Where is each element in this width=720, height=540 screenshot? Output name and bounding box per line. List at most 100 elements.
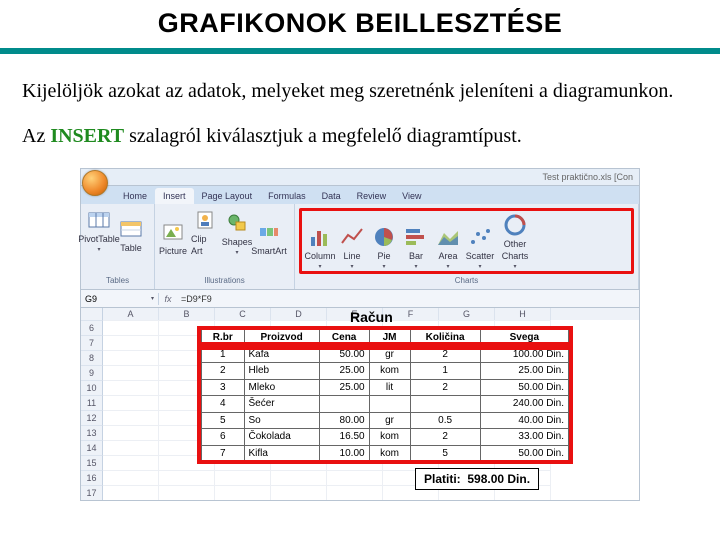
red-highlight-data	[197, 346, 573, 464]
cell[interactable]	[103, 320, 159, 335]
line-chart-button[interactable]: Line▾	[338, 225, 366, 271]
footer-value: 598.00 Din.	[467, 472, 530, 486]
row-header[interactable]: 8	[81, 350, 103, 365]
cell[interactable]	[215, 470, 271, 485]
group-charts-label: Charts	[299, 276, 634, 287]
cell[interactable]	[103, 485, 159, 500]
shapes-button[interactable]: Shapes▾	[223, 211, 251, 257]
line-label: Line	[343, 250, 360, 262]
group-illustrations-label: Illustrations	[159, 276, 290, 287]
other-charts-button[interactable]: Other Charts▾	[498, 213, 532, 271]
col-header[interactable]: B	[159, 308, 215, 320]
row-header[interactable]: 14	[81, 440, 103, 455]
formula-input[interactable]: =D9*F9	[177, 293, 639, 305]
picture-label: Picture	[159, 245, 187, 257]
smartart-label: SmartArt	[251, 245, 287, 257]
clipart-button[interactable]: Clip Art	[191, 208, 219, 257]
shapes-label: Shapes	[222, 236, 253, 248]
tab-view[interactable]: View	[394, 188, 429, 204]
col-header[interactable]: C	[215, 308, 271, 320]
footer-label: Platiti:	[424, 472, 461, 486]
scatter-label: Scatter	[466, 250, 495, 262]
fx-icon[interactable]: fx	[159, 293, 177, 305]
column-label: Column	[305, 250, 336, 262]
racun-title: Račun	[350, 308, 393, 327]
row-header[interactable]: 17	[81, 485, 103, 500]
ribbon: PivotTable▾ Table Tables	[80, 204, 640, 290]
cell[interactable]	[103, 410, 159, 425]
cell[interactable]	[159, 485, 215, 500]
row-header[interactable]: 12	[81, 410, 103, 425]
clipart-label: Clip Art	[191, 233, 219, 257]
page-title: GRAFIKONOK BEILLESZTÉSE	[0, 8, 720, 39]
table-button[interactable]: Table	[117, 217, 145, 254]
slide: GRAFIKONOK BEILLESZTÉSE Kijelöljök azoka…	[0, 0, 720, 540]
window-title: Test praktično.xls [Con	[542, 171, 633, 183]
name-box-value: G9	[85, 293, 97, 305]
excel-screenshot: Test praktično.xls [Con Home Insert Page…	[80, 168, 640, 501]
cell[interactable]	[103, 440, 159, 455]
area-chart-button[interactable]: Area▾	[434, 225, 462, 271]
col-header[interactable]: H	[495, 308, 551, 320]
tab-page-layout[interactable]: Page Layout	[194, 188, 261, 204]
office-button[interactable]	[82, 170, 108, 196]
col-header[interactable]: G	[439, 308, 495, 320]
row-header[interactable]: 13	[81, 425, 103, 440]
row-header[interactable]: 9	[81, 365, 103, 380]
col-header[interactable]: A	[103, 308, 159, 320]
tab-review[interactable]: Review	[349, 188, 395, 204]
smartart-button[interactable]: SmartArt	[255, 220, 283, 257]
row-header[interactable]: 11	[81, 395, 103, 410]
col-header[interactable]: D	[271, 308, 327, 320]
group-illustrations: Picture Clip Art Shapes▾	[155, 204, 295, 289]
paragraph-2: Az INSERT szalagról kiválasztjuk a megfe…	[22, 123, 698, 150]
cell[interactable]	[103, 335, 159, 350]
other-charts-label: Other Charts	[498, 238, 532, 262]
tab-formulas[interactable]: Formulas	[260, 188, 314, 204]
table-label: Table	[120, 242, 142, 254]
row-header[interactable]: 15	[81, 455, 103, 470]
area-label: Area	[438, 250, 457, 262]
scatter-chart-button[interactable]: Scatter▾	[466, 225, 494, 271]
tab-insert[interactable]: Insert	[155, 188, 194, 204]
cell[interactable]	[103, 350, 159, 365]
pie-label: Pie	[377, 250, 390, 262]
column-chart-button[interactable]: Column▾	[306, 225, 334, 271]
paragraph-2-post: szalagról kiválasztjuk a megfelelő diagr…	[124, 125, 522, 147]
name-box[interactable]: G9▾	[81, 293, 159, 305]
cell[interactable]	[103, 380, 159, 395]
red-highlight-header	[197, 326, 573, 346]
sheet-row: 16	[81, 470, 639, 485]
cell[interactable]	[271, 470, 327, 485]
cell[interactable]	[103, 425, 159, 440]
insert-keyword: INSERT	[50, 125, 124, 147]
title-underline	[0, 48, 720, 54]
row-header[interactable]: 6	[81, 320, 103, 335]
group-tables-label: Tables	[85, 276, 150, 287]
paragraph-1: Kijelöljök azokat az adatok, melyeket me…	[22, 78, 698, 105]
bar-chart-button[interactable]: Bar▾	[402, 225, 430, 271]
cell[interactable]	[271, 485, 327, 500]
cell[interactable]	[103, 365, 159, 380]
cell[interactable]	[103, 470, 159, 485]
racun-footer: Platiti: 598.00 Din.	[415, 468, 539, 490]
tab-data[interactable]: Data	[314, 188, 349, 204]
title-bar: GRAFIKONOK BEILLESZTÉSE	[0, 0, 720, 60]
cell[interactable]	[327, 485, 383, 500]
row-header[interactable]: 7	[81, 335, 103, 350]
group-tables: PivotTable▾ Table Tables	[81, 204, 155, 289]
pie-chart-button[interactable]: Pie▾	[370, 225, 398, 271]
cell[interactable]	[327, 470, 383, 485]
window-titlebar: Test praktično.xls [Con	[80, 168, 640, 186]
row-header[interactable]: 16	[81, 470, 103, 485]
row-header[interactable]: 10	[81, 380, 103, 395]
picture-button[interactable]: Picture	[159, 220, 187, 257]
pivottable-button[interactable]: PivotTable▾	[85, 208, 113, 254]
tab-home[interactable]: Home	[115, 188, 155, 204]
select-all-corner[interactable]	[81, 308, 103, 320]
ribbon-tabs: Home Insert Page Layout Formulas Data Re…	[80, 186, 640, 204]
cell[interactable]	[215, 485, 271, 500]
cell[interactable]	[103, 395, 159, 410]
cell[interactable]	[103, 455, 159, 470]
cell[interactable]	[159, 470, 215, 485]
